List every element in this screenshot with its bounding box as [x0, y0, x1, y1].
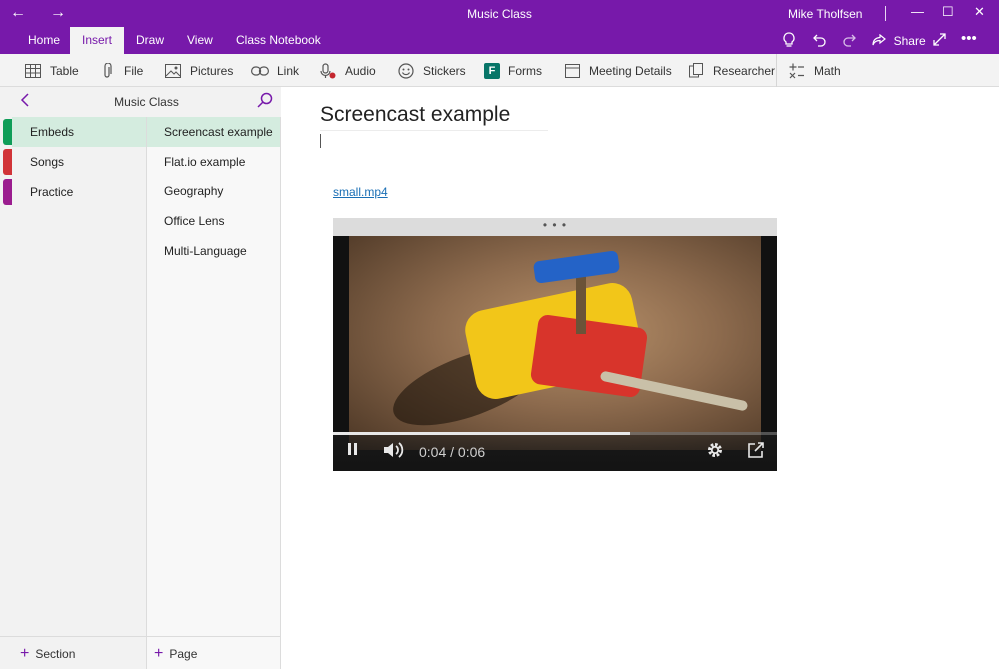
title-separator	[885, 6, 886, 21]
picture-icon	[164, 55, 182, 87]
add-section-label: Section	[35, 646, 76, 661]
audio-label: Audio	[345, 63, 376, 78]
more-icon[interactable]: •••	[961, 30, 977, 47]
video-frame[interactable]	[349, 236, 761, 450]
page-item-multi-language[interactable]: Multi-Language	[147, 236, 280, 266]
meeting-details-label: Meeting Details	[589, 63, 672, 78]
video-embed[interactable]: • • • 0:04 / 0:06	[333, 218, 777, 471]
settings-gear-icon[interactable]	[706, 441, 724, 464]
section-item-songs[interactable]: Songs	[12, 147, 146, 177]
video-time: 0:04 / 0:06	[419, 444, 486, 460]
video-progress-bar[interactable]	[333, 432, 777, 435]
expand-icon[interactable]	[932, 32, 947, 50]
table-label: Table	[50, 63, 79, 78]
microphone-icon	[319, 55, 337, 87]
stickers-button[interactable]: Stickers	[397, 54, 466, 86]
user-name[interactable]: Mike Tholfsen	[788, 7, 862, 21]
page-item-screencast-example[interactable]: Screencast example	[147, 117, 280, 147]
pictures-button[interactable]: Pictures	[164, 54, 233, 86]
file-label: File	[124, 63, 144, 78]
math-button[interactable]: Math	[788, 54, 841, 86]
title-underline	[320, 130, 548, 131]
researcher-button[interactable]: Researcher	[687, 54, 775, 86]
popout-icon[interactable]	[747, 441, 765, 464]
math-icon	[788, 55, 806, 87]
notebook-name[interactable]: Music Class	[0, 95, 293, 109]
forms-label: Forms	[508, 63, 542, 78]
link-button[interactable]: Link	[251, 54, 299, 86]
link-icon	[251, 55, 269, 87]
share-label: Share	[893, 34, 926, 48]
minimize-icon[interactable]: —	[911, 4, 924, 19]
section-color-tab-embeds	[3, 119, 12, 145]
search-icon[interactable]	[257, 92, 273, 113]
volume-icon[interactable]	[382, 441, 406, 464]
undo-icon[interactable]	[812, 32, 828, 51]
forms-button[interactable]: F Forms	[484, 54, 542, 86]
page-item-office-lens[interactable]: Office Lens	[147, 206, 280, 236]
video-progress-fill	[333, 432, 631, 435]
tab-draw[interactable]: Draw	[124, 27, 176, 54]
add-page-button[interactable]: + Page	[147, 636, 281, 669]
meeting-details-button[interactable]: Meeting Details	[563, 54, 672, 86]
plus-icon: +	[154, 644, 164, 662]
section-item-practice[interactable]: Practice	[12, 177, 146, 207]
add-section-button[interactable]: + Section	[0, 636, 147, 669]
table-button[interactable]: Table	[24, 54, 79, 86]
close-icon[interactable]: ✕	[974, 4, 985, 20]
add-page-label: Page	[169, 646, 198, 661]
share-icon	[872, 33, 890, 48]
page-title[interactable]: Screencast example	[320, 103, 510, 127]
smiley-icon	[397, 55, 415, 87]
section-color-tab-practice	[3, 179, 12, 205]
audio-button[interactable]: Audio	[319, 54, 376, 86]
stickers-label: Stickers	[423, 63, 466, 78]
tab-insert[interactable]: Insert	[70, 27, 125, 54]
table-icon	[24, 55, 42, 87]
link-label: Link	[277, 63, 300, 78]
page-item-geography[interactable]: Geography	[147, 176, 280, 206]
page-item-flat-io-example[interactable]: Flat.io example	[147, 147, 280, 177]
text-cursor	[320, 134, 321, 148]
tab-view[interactable]: View	[175, 27, 225, 54]
tab-home[interactable]: Home	[16, 27, 72, 54]
forms-icon: F	[484, 62, 500, 79]
notebook-header: Music Class	[0, 87, 281, 117]
file-attachment-link[interactable]: small.mp4	[333, 185, 388, 199]
redo-icon[interactable]	[841, 32, 857, 51]
tab-class-notebook[interactable]: Class Notebook	[224, 27, 333, 54]
researcher-icon	[687, 55, 705, 87]
title-bar: ← → Music Class Mike Tholfsen — ☐ ✕	[0, 0, 999, 27]
math-label: Math	[814, 63, 841, 78]
researcher-label: Researcher	[713, 63, 776, 78]
file-button[interactable]: File	[98, 54, 143, 86]
section-color-tab-songs	[3, 149, 12, 175]
pause-icon[interactable]	[347, 441, 359, 462]
share-button[interactable]: Share	[872, 27, 926, 54]
insert-toolbar: Table File Pictures Link Audio Stickers …	[0, 54, 999, 87]
plus-icon: +	[20, 644, 30, 662]
pictures-label: Pictures	[190, 63, 234, 78]
calendar-icon	[563, 55, 581, 87]
embed-grip-handle[interactable]: • • •	[333, 218, 777, 236]
maximize-icon[interactable]: ☐	[942, 4, 954, 20]
paperclip-icon	[98, 55, 116, 87]
toolbar-separator	[776, 54, 777, 87]
lightbulb-icon[interactable]	[782, 32, 796, 51]
ribbon-tabs: Home Insert Draw View Class Notebook Sha…	[0, 27, 999, 54]
video-controls: 0:04 / 0:06	[333, 432, 777, 471]
section-item-embeds[interactable]: Embeds	[12, 117, 146, 147]
